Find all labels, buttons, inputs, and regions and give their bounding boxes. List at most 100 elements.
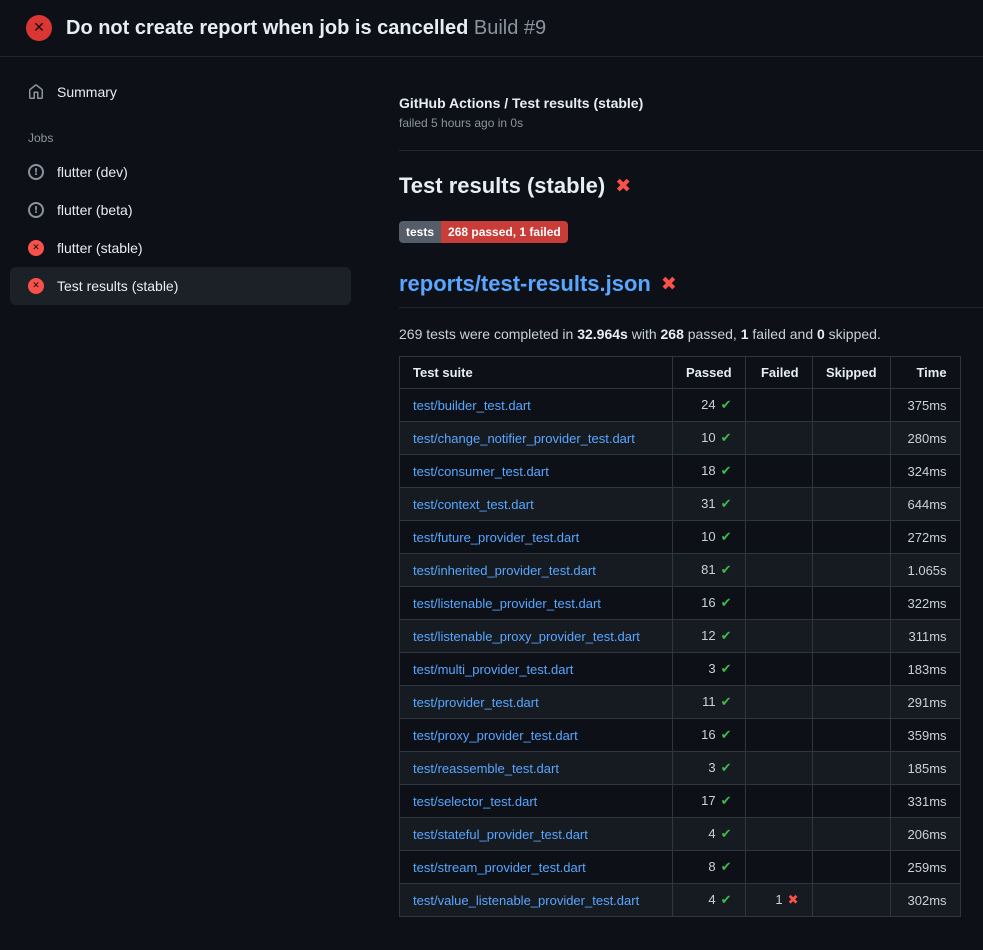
check-icon: ✔ xyxy=(721,662,732,677)
failed-cell xyxy=(745,752,812,785)
job-label: flutter (stable) xyxy=(57,240,143,256)
table-row: test/stream_provider_test.dart8✔259ms xyxy=(400,851,961,884)
job-label: flutter (beta) xyxy=(57,202,132,218)
page-title: Do not create report when job is cancell… xyxy=(66,14,546,42)
check-title: Test results (stable) ✖ xyxy=(399,173,983,199)
table-row: test/inherited_provider_test.dart81✔1.06… xyxy=(400,554,961,587)
failed-cell xyxy=(745,620,812,653)
suite-link[interactable]: test/selector_test.dart xyxy=(413,794,537,809)
column-header-skipped: Skipped xyxy=(812,357,890,389)
suite-cell: test/inherited_provider_test.dart xyxy=(400,554,673,587)
suite-link[interactable]: test/stateful_provider_test.dart xyxy=(413,827,588,842)
time-cell: 311ms xyxy=(890,620,960,653)
sidebar-item-job[interactable]: ✕ flutter (stable) xyxy=(10,229,351,267)
suite-cell: test/consumer_test.dart xyxy=(400,455,673,488)
report-file-link[interactable]: reports/test-results.json xyxy=(399,271,651,297)
summary-passed-count: 268 xyxy=(661,326,684,342)
skipped-cell xyxy=(812,785,890,818)
suite-link[interactable]: test/inherited_provider_test.dart xyxy=(413,563,596,578)
passed-count: 4 xyxy=(708,892,715,907)
passed-count: 81 xyxy=(701,562,715,577)
suite-link[interactable]: test/future_provider_test.dart xyxy=(413,530,579,545)
column-header-time: Time xyxy=(890,357,960,389)
skipped-cell xyxy=(812,554,890,587)
check-icon: ✔ xyxy=(721,563,732,578)
skipped-cell xyxy=(812,389,890,422)
check-icon: ✔ xyxy=(721,530,732,545)
sidebar-item-job[interactable]: !flutter (dev) xyxy=(10,153,351,191)
table-row: test/proxy_provider_test.dart16✔359ms xyxy=(400,719,961,752)
x-circle-fill-icon: ✕ xyxy=(28,240,44,256)
breadcrumb: GitHub Actions / Test results (stable) xyxy=(399,95,983,111)
table-row: test/reassemble_test.dart3✔185ms xyxy=(400,752,961,785)
suite-link[interactable]: test/change_notifier_provider_test.dart xyxy=(413,431,635,446)
sidebar-jobs-list: !flutter (dev)!flutter (beta)✕flutter (s… xyxy=(10,153,351,305)
table-row: test/stateful_provider_test.dart4✔206ms xyxy=(400,818,961,851)
check-icon: ✔ xyxy=(721,893,732,908)
check-icon: ✔ xyxy=(721,794,732,809)
suite-cell: test/reassemble_test.dart xyxy=(400,752,673,785)
column-header-test-suite: Test suite xyxy=(400,357,673,389)
check-run-header: ✕ Do not create report when job is cance… xyxy=(0,0,983,57)
suite-cell: test/builder_test.dart xyxy=(400,389,673,422)
suite-link[interactable]: test/proxy_provider_test.dart xyxy=(413,728,578,743)
passed-count: 10 xyxy=(701,430,715,445)
passed-cell: 10✔ xyxy=(673,521,746,554)
failed-cell xyxy=(745,686,812,719)
passed-cell: 17✔ xyxy=(673,785,746,818)
failed-cell xyxy=(745,455,812,488)
suite-link[interactable]: test/stream_provider_test.dart xyxy=(413,860,586,875)
suite-link[interactable]: test/listenable_proxy_provider_test.dart xyxy=(413,629,640,644)
passed-cell: 18 ✔ xyxy=(673,455,746,488)
table-row: test/builder_test.dart24✔375ms xyxy=(400,389,961,422)
check-icon: ✔ xyxy=(721,398,732,413)
check-icon: ✔ xyxy=(721,695,732,710)
sidebar-item-job[interactable]: ✕Test results (stable) xyxy=(10,267,351,305)
passed-count: 31 xyxy=(701,496,715,511)
skipped-cell xyxy=(812,653,890,686)
suite-link[interactable]: test/value_listenable_provider_test.dart xyxy=(413,893,639,908)
tests-status-badge: tests 268 passed, 1 failed xyxy=(399,221,568,243)
summary-text: 269 tests were completed in xyxy=(399,326,577,342)
skipped-cell xyxy=(812,521,890,554)
table-row: test/multi_provider_test.dart3✔183ms xyxy=(400,653,961,686)
passed-count: 18 xyxy=(701,463,715,478)
test-results-table-body: test/builder_test.dart24✔375mstest/chang… xyxy=(400,389,961,917)
check-icon: ✔ xyxy=(721,497,732,512)
sidebar-item-job[interactable]: !flutter (beta) xyxy=(10,191,351,229)
build-number: Build #9 xyxy=(474,17,546,39)
passed-count: 16 xyxy=(701,727,715,742)
suite-link[interactable]: test/multi_provider_test.dart xyxy=(413,662,573,677)
sidebar-item-summary[interactable]: Summary xyxy=(10,73,351,111)
suite-link[interactable]: test/builder_test.dart xyxy=(413,398,531,413)
failed-cell xyxy=(745,488,812,521)
passed-count: 24 xyxy=(701,397,715,412)
skipped-cell xyxy=(812,818,890,851)
summary-duration: 32.964s xyxy=(577,326,628,342)
passed-cell: 24 ✔ xyxy=(673,389,746,422)
suite-link[interactable]: test/reassemble_test.dart xyxy=(413,761,559,776)
skipped-cell xyxy=(812,587,890,620)
section-divider xyxy=(399,150,983,151)
table-row: test/value_listenable_provider_test.dart… xyxy=(400,884,961,917)
failed-cell: 1✖ xyxy=(745,884,812,917)
passed-cell: 4✔ xyxy=(673,818,746,851)
check-icon: ✔ xyxy=(721,761,732,776)
failed-cell xyxy=(745,818,812,851)
check-icon: ✔ xyxy=(721,860,732,875)
suite-link[interactable]: test/consumer_test.dart xyxy=(413,464,549,479)
passed-cell: 31 ✔ xyxy=(673,488,746,521)
check-icon: ✔ xyxy=(721,464,732,479)
suite-cell: test/selector_test.dart xyxy=(400,785,673,818)
suite-link[interactable]: test/context_test.dart xyxy=(413,497,534,512)
suite-link[interactable]: test/listenable_provider_test.dart xyxy=(413,596,601,611)
suite-cell: test/future_provider_test.dart xyxy=(400,521,673,554)
time-cell: 259ms xyxy=(890,851,960,884)
table-row: test/consumer_test.dart18✔324ms xyxy=(400,455,961,488)
suite-cell: test/context_test.dart xyxy=(400,488,673,521)
passed-cell: 12✔ xyxy=(673,620,746,653)
column-header-failed: Failed xyxy=(745,357,812,389)
suite-cell: test/proxy_provider_test.dart xyxy=(400,719,673,752)
suite-link[interactable]: test/provider_test.dart xyxy=(413,695,539,710)
alert-circle-icon: ! xyxy=(28,164,44,180)
